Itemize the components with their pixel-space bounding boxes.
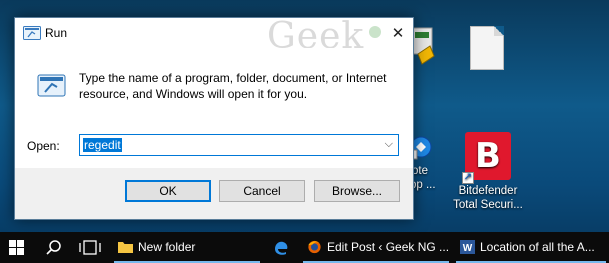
ok-button[interactable]: OK xyxy=(125,180,211,202)
word-icon: W xyxy=(460,240,475,254)
run-titlebar[interactable]: Run Geek ✕ xyxy=(15,16,413,57)
desktop-top-edge xyxy=(0,0,609,4)
open-combobox[interactable]: regedit ⌵ xyxy=(79,134,399,156)
taskbar-item-word[interactable]: W Location of all the A... xyxy=(456,232,606,263)
close-button[interactable]: ✕ xyxy=(383,18,413,48)
document-icon xyxy=(470,26,504,70)
start-button[interactable] xyxy=(9,240,24,255)
cancel-button[interactable]: Cancel xyxy=(219,180,305,202)
taskbar-item-new-folder[interactable]: New folder xyxy=(114,232,260,263)
firefox-icon xyxy=(308,240,321,254)
open-label: Open: xyxy=(27,139,60,153)
run-dialog-body: Type the name of a program, folder, docu… xyxy=(15,48,413,168)
svg-text:W: W xyxy=(463,243,473,254)
watermark-logo xyxy=(369,26,381,38)
taskbar-item-label: Edit Post ‹ Geek NG ... xyxy=(327,240,449,254)
desktop-icon-bitdefender[interactable]: B ↗ Bitdefender Total Securi... xyxy=(446,132,530,212)
taskbar-item-label: Location of all the A... xyxy=(480,240,595,254)
open-input-value[interactable]: regedit xyxy=(83,138,122,152)
folder-icon xyxy=(118,242,133,253)
taskbar-item-label: New folder xyxy=(138,240,196,254)
chevron-down-icon[interactable]: ⌵ xyxy=(385,137,393,151)
run-program-icon xyxy=(37,74,66,97)
bitdefender-label: Bitdefender Total Securi... xyxy=(453,185,523,211)
browse-button[interactable]: Browse... xyxy=(314,180,400,202)
run-app-icon xyxy=(23,26,41,40)
shortcut-arrow-icon: ↗ xyxy=(462,172,474,184)
desktop-icon-document[interactable] xyxy=(452,26,522,70)
search-icon[interactable] xyxy=(46,240,62,256)
dialog-description: Type the name of a program, folder, docu… xyxy=(79,71,387,101)
bitdefender-icon: B ↗ xyxy=(462,132,511,184)
task-view-icon[interactable] xyxy=(79,240,101,255)
edge-icon xyxy=(275,241,288,255)
taskbar-item-edge[interactable] xyxy=(268,232,294,263)
taskbar-item-firefox[interactable]: Edit Post ‹ Geek NG ... xyxy=(303,232,449,263)
dialog-title: Run xyxy=(45,26,68,40)
run-dialog: Run Geek ✕ Type the name of a program, f… xyxy=(14,16,414,220)
taskbar: New folder Edit Post ‹ Geek NG ... W Loc… xyxy=(0,232,609,263)
